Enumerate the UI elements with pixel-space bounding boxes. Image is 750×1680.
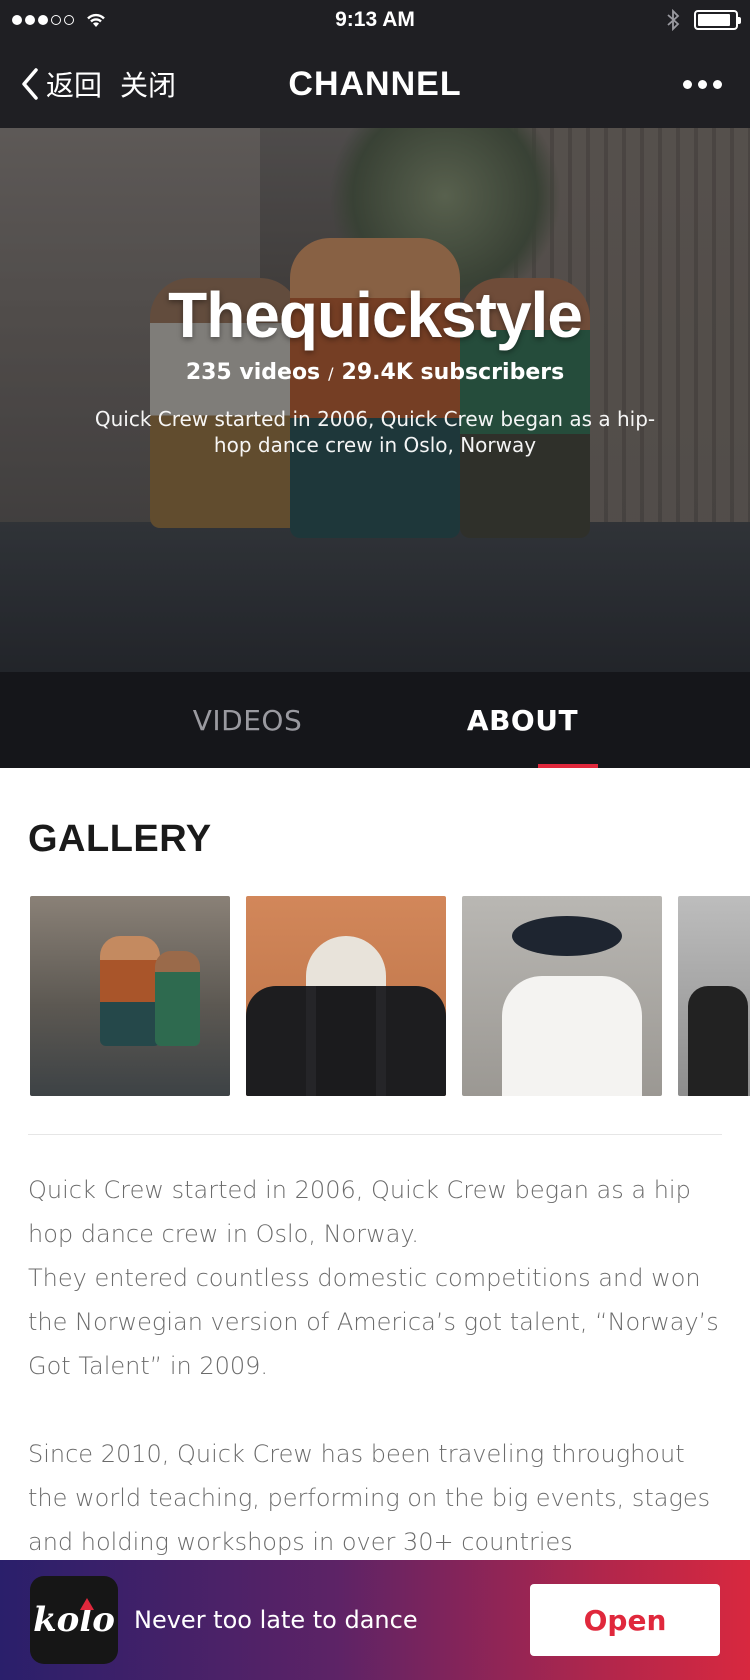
channel-hero: Thequickstyle 235 videos / 29.4K subscri… bbox=[0, 128, 750, 672]
video-count: 235 videos bbox=[185, 360, 321, 385]
bluetooth-icon bbox=[667, 9, 680, 31]
channel-tabs: VIDEOS ABOUT bbox=[0, 672, 750, 768]
status-bar: 9:13 AM bbox=[0, 0, 750, 40]
gallery-thumb-man-phone[interactable] bbox=[462, 896, 662, 1096]
back-button[interactable]: 返回 bbox=[20, 64, 102, 104]
back-label: 返回 bbox=[46, 69, 103, 102]
more-horizontal-icon bbox=[683, 79, 692, 89]
wifi-icon bbox=[87, 13, 105, 27]
hero-content: Thequickstyle 235 videos / 29.4K subscri… bbox=[0, 128, 750, 672]
kolo-logo: kolo bbox=[30, 1576, 118, 1664]
channel-description: Quick Crew started in 2006, Quick Crew b… bbox=[94, 407, 656, 457]
banner-tagline: Never too late to dance bbox=[134, 1606, 418, 1634]
gallery-title: GALLERY bbox=[28, 818, 212, 860]
tab-videos[interactable]: VIDEOS bbox=[0, 672, 385, 768]
divider bbox=[28, 1134, 722, 1135]
open-app-button[interactable]: Open bbox=[530, 1584, 720, 1656]
tab-about[interactable]: ABOUT bbox=[385, 672, 750, 768]
gallery-thumb-crew-adidas[interactable] bbox=[246, 896, 446, 1096]
battery-fill bbox=[698, 14, 731, 26]
nav-left: 返回 关闭 bbox=[20, 64, 176, 104]
more-button[interactable] bbox=[675, 72, 730, 97]
status-time: 9:13 AM bbox=[335, 8, 415, 31]
channel-name: Thequickstyle bbox=[168, 279, 583, 351]
logo-text: kolo bbox=[33, 1600, 115, 1640]
signal-strength-icon bbox=[12, 15, 74, 25]
status-right bbox=[666, 9, 741, 31]
logo-accent-icon bbox=[80, 1598, 94, 1610]
about-paragraph: They entered countless domestic competit… bbox=[28, 1264, 719, 1380]
status-left bbox=[12, 11, 108, 29]
channel-stats: 235 videos / 29.4K subscribers bbox=[0, 360, 750, 385]
chevron-left-icon bbox=[22, 68, 38, 100]
gallery-thumb-man-wall[interactable] bbox=[678, 896, 750, 1096]
battery-icon bbox=[694, 10, 741, 30]
gallery-row[interactable] bbox=[30, 896, 750, 1096]
gallery-thumb-crew-squat[interactable] bbox=[30, 896, 230, 1096]
about-paragraph: Quick Crew started in 2006, Quick Crew b… bbox=[28, 1176, 691, 1248]
close-button[interactable]: 关闭 bbox=[120, 64, 176, 104]
subscriber-count: 29.4K subscribers bbox=[341, 360, 565, 385]
about-text: Quick Crew started in 2006, Quick Crew b… bbox=[28, 1168, 728, 1564]
nav-bar: 返回 关闭 CHANNEL bbox=[0, 40, 750, 128]
app-banner: kolo Never too late to dance Open bbox=[0, 1560, 750, 1680]
stats-separator: / bbox=[328, 364, 334, 383]
about-paragraph: Since 2010, Quick Crew has been travelin… bbox=[28, 1440, 711, 1556]
